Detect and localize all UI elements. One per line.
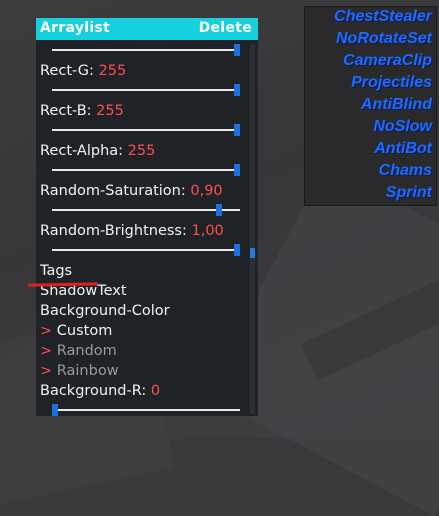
delete-button[interactable]: Delete (199, 20, 252, 36)
slider-knob[interactable] (234, 164, 240, 176)
setting-value: 255 (98, 63, 127, 79)
setting-rect-g: Rect-G: 255 (40, 63, 126, 79)
setting-rect-alpha: Rect-Alpha: 255 (40, 143, 155, 159)
slider-knob[interactable] (216, 204, 222, 216)
slider-previous[interactable] (52, 44, 240, 56)
setting-label: Rect-B: (40, 103, 97, 119)
setting-background-color: Background-Color (40, 303, 170, 319)
arraylist-settings-panel: Arraylist Delete Rect-G: 255 Rect-B: 255… (36, 18, 258, 416)
setting-label: Background-R: (40, 383, 151, 399)
option-rainbow[interactable]: > Rainbow (40, 363, 119, 379)
module-item: Sprint (385, 184, 432, 201)
slider-random-brightness[interactable] (52, 244, 240, 256)
option-label: Custom (52, 323, 113, 339)
module-item: CameraClip (343, 52, 432, 69)
setting-label: Random-Saturation: (40, 183, 191, 199)
module-item: AntiBlind (360, 96, 432, 113)
slider-knob[interactable] (234, 84, 240, 96)
setting-value: 0,90 (190, 183, 223, 199)
toggle-tags[interactable]: Tags (40, 263, 72, 279)
module-item: ChestStealer (334, 8, 432, 25)
slider-knob[interactable] (52, 404, 58, 416)
option-custom[interactable]: > Custom (40, 323, 112, 339)
option-label: Random (52, 343, 117, 359)
setting-label: Rect-G: (40, 63, 99, 79)
setting-rect-b: Rect-B: 255 (40, 103, 124, 119)
setting-label: Random-Brightness: (40, 223, 192, 239)
slider-rect-g[interactable] (52, 84, 240, 96)
chevron-right-icon: > (40, 343, 53, 359)
setting-random-brightness: Random-Brightness: 1,00 (40, 223, 224, 239)
slider-background-r[interactable] (52, 404, 240, 416)
module-item: Projectiles (351, 74, 432, 91)
scrollbar-thumb[interactable] (250, 248, 255, 258)
option-label: Rainbow (52, 363, 119, 379)
setting-value: 0 (150, 383, 161, 399)
slider-random-saturation[interactable] (52, 204, 240, 216)
setting-random-saturation: Random-Saturation: 0,90 (40, 183, 223, 199)
module-arraylist: ChestStealer NoRotateSet CameraClip Proj… (304, 6, 437, 206)
panel-scrollbar[interactable] (250, 44, 255, 414)
chevron-right-icon: > (40, 363, 53, 379)
setting-value: 255 (127, 143, 156, 159)
panel-title: Arraylist (40, 20, 111, 36)
setting-value: 1,00 (191, 223, 224, 239)
module-item: AntiBot (374, 140, 432, 157)
slider-knob[interactable] (234, 244, 240, 256)
slider-knob[interactable] (234, 44, 240, 56)
setting-value: 255 (96, 103, 124, 119)
module-item: NoRotateSet (335, 30, 432, 47)
slider-rect-alpha[interactable] (52, 164, 240, 176)
panel-header[interactable]: Arraylist Delete (36, 18, 258, 40)
chevron-right-icon: > (40, 323, 53, 339)
module-item: NoSlow (373, 118, 432, 135)
slider-rect-b[interactable] (52, 124, 240, 136)
module-item: Chams (378, 162, 432, 179)
option-random[interactable]: > Random (40, 343, 117, 359)
setting-label: Rect-Alpha: (40, 143, 128, 159)
setting-background-r: Background-R: 0 (40, 383, 160, 399)
slider-knob[interactable] (234, 124, 240, 136)
